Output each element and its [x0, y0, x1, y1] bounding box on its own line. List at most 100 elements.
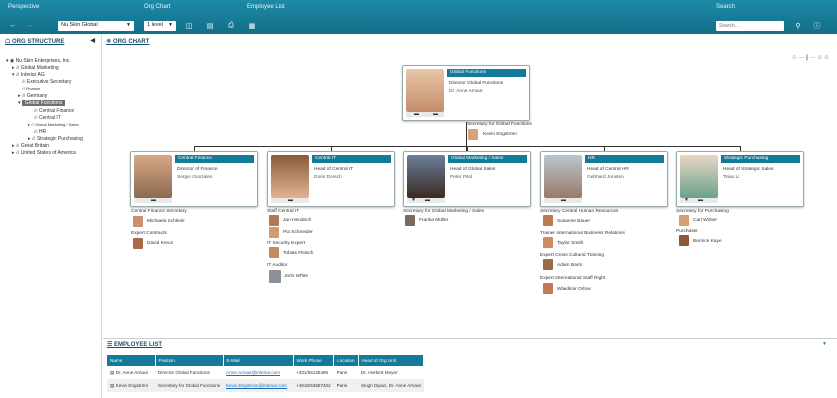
level-value: 1 level	[147, 22, 163, 28]
collapse-left-icon[interactable]: ◀	[90, 37, 95, 44]
perspective-label: Perspective	[8, 4, 40, 10]
zoom-in-icon[interactable]: ⊕	[817, 55, 822, 61]
org-card-central-finance[interactable]: Central Finance Director of Finance Serg…	[130, 151, 258, 207]
org-chart-panel: ⚛ ORG CHART ⊖ ⎯⎯❚⎯⎯ ⊕ ⊕ Global Functions…	[103, 34, 837, 334]
col-name[interactable]: Name	[107, 355, 156, 366]
excel-export-icon[interactable]: ▦	[247, 21, 257, 30]
tree-item-usa[interactable]: ▸ ⛙ United States of America	[12, 150, 76, 157]
collapse-icon[interactable]: ▬	[151, 197, 156, 203]
person-avatar	[679, 235, 689, 246]
export-icon[interactable]: ▤	[205, 21, 215, 30]
card-toolbar: ▬	[544, 197, 582, 203]
table-row[interactable]: ▤ Kevin Engström Secretary for Global Fu…	[107, 379, 424, 392]
orgchart-label: Org Chart	[144, 4, 171, 10]
person-avatar	[679, 215, 689, 226]
print-icon[interactable]: ⎙	[226, 21, 236, 30]
person-avatar	[133, 216, 143, 227]
email-link[interactable]: Kevin.Engstrom@interiar.com	[226, 383, 287, 388]
collapse-icon[interactable]: ▬	[698, 197, 703, 203]
tree-item-central-finance[interactable]: ⛙ Central Finance	[34, 108, 74, 115]
sub-role: Expert International Staff Right	[540, 276, 606, 281]
org-card-root[interactable]: Global Functions Director Global Functio…	[402, 65, 530, 121]
table-row[interactable]: ▤ Dr. Anne Arnaut Director Global Functi…	[107, 366, 424, 379]
level-select[interactable]: 1 level ▼	[144, 21, 176, 31]
employeelist-label: Employee List	[247, 4, 285, 10]
tree-item-great-britain[interactable]: ▸ ⛙ Great Britain	[12, 143, 49, 150]
col-work-phone[interactable]: Work Phone	[293, 355, 335, 366]
list-icon: ☰	[107, 342, 115, 348]
cell-location: Paris	[336, 370, 348, 375]
secretary-name: Kevin Engström	[483, 132, 517, 137]
tree-item-global-marketing-sales[interactable]: ▸ ⛙ Global Marketing / Sales	[28, 122, 79, 128]
zoom-control[interactable]: ⊖ ⎯⎯❚⎯⎯ ⊕ ⊕	[792, 54, 829, 62]
tree-item-global-marketing[interactable]: ▸ ⛙ Global Marketing	[12, 65, 59, 72]
org-structure-panel: ☖ ORG STRUCTURE ◀ ▾ ◉ Nu Skin Enterprise…	[0, 34, 102, 398]
cell-head: Dr. Herbert Meyer	[361, 370, 398, 375]
sub-role: Purchaser	[676, 229, 698, 234]
employee-list-title: ☰ EMPLOYEE LIST	[107, 342, 163, 348]
tree-item-central-it[interactable]: ⛙ Central IT	[34, 115, 61, 122]
top-toolbar: Perspective Org Chart Employee List Sear…	[0, 0, 837, 34]
cell-email[interactable]: Anne.Arnaut@interiar.com	[223, 366, 293, 379]
tree-item-hr[interactable]: ⛙ HR	[34, 129, 46, 136]
search-input[interactable]	[716, 21, 784, 31]
sub-name: Tobias Fleisch	[283, 251, 314, 256]
reset-zoom-icon[interactable]: ⊕	[824, 55, 829, 61]
tree-item-nu-skin[interactable]: ▾ ◉ Nu Skin Enterprises, Inc.	[6, 58, 71, 64]
card-name: Sergio Gonzales	[177, 175, 213, 180]
sub-role: Secretary for Global Marketing / Sales	[403, 209, 485, 214]
sub-name: Bernice Kaye	[693, 239, 722, 244]
org-tree-icon[interactable]: ◫	[184, 21, 194, 30]
person-avatar	[133, 238, 143, 249]
perspective-select[interactable]: Nu Skin Global ▼	[58, 21, 134, 31]
org-card-central-it[interactable]: Central IT Head of Central IT Doris Dors…	[267, 151, 395, 207]
cell-email[interactable]: Kevin.Engstrom@interiar.com	[223, 379, 294, 392]
expand-icon[interactable]: ▼	[684, 197, 689, 203]
org-card-hr[interactable]: HR Head of Central HR Gebhard Jonsten ▬	[540, 151, 668, 207]
org-card-strategic-purchasing[interactable]: Strategic Purchasing Head of Strategic S…	[676, 151, 804, 207]
person-photo	[407, 155, 445, 198]
sub-role: Secretary Central Human Resources	[540, 209, 619, 214]
email-link[interactable]: Anne.Arnaut@interiar.com	[226, 370, 280, 375]
sub-role: IT Security Expert	[267, 241, 306, 246]
col-head-of-org-unit[interactable]: Head of Org Unit	[358, 355, 425, 366]
sub-role: IT Auditor	[267, 263, 288, 268]
tree-item-interiar-ag[interactable]: ▾ ⛙ Interiar AG	[12, 72, 45, 79]
tree-item-germany[interactable]: ▸ ⛙ Germany	[18, 93, 47, 100]
card-title: HR	[585, 155, 664, 163]
info-icon[interactable]: ⓘ	[812, 21, 822, 30]
col-location[interactable]: Location	[333, 355, 359, 366]
tree-item-global-functions[interactable]: ▾ Global Functions	[18, 100, 66, 106]
person-avatar	[543, 283, 553, 294]
card-role: Head of Global Sales	[450, 167, 496, 172]
sub-name: Taylor Smith	[557, 241, 584, 246]
collapse-icon[interactable]: ▬	[561, 197, 566, 203]
back-arrow-icon[interactable]: ←	[8, 21, 18, 30]
collapse-icon[interactable]: ▬	[425, 197, 430, 203]
sub-name: Wlaidimir Orlow	[557, 287, 591, 292]
card-title: Strategic Purchasing	[721, 155, 800, 163]
collapse-list-icon[interactable]: ▼	[822, 341, 827, 347]
search-icon[interactable]: ⚲	[793, 21, 803, 30]
expand-icon[interactable]: ▼	[411, 197, 416, 203]
sub-role: Staff Central IT	[267, 209, 300, 214]
card-name: Doris Dorsch	[314, 175, 342, 180]
zoom-out-icon[interactable]: ⊖	[792, 55, 797, 61]
sub-role: Expert Cross Cultural Training	[540, 253, 604, 258]
tree-item-strategic-purchasing[interactable]: ▸ ⛙ Strategic Purchasing	[28, 136, 83, 143]
card-toolbar: ▬	[271, 197, 309, 203]
collapse-icon[interactable]: ▬	[288, 197, 293, 203]
tree-item-executive-secretary[interactable]: ⛙ Executive Secretary	[22, 79, 71, 86]
expand-icon[interactable]: ▬	[433, 111, 438, 117]
forward-arrow-icon[interactable]: →	[24, 21, 34, 30]
collapse-icon[interactable]: ▬	[414, 111, 419, 117]
col-position[interactable]: Position	[155, 355, 224, 366]
card-title: Global Marketing / Sales	[448, 155, 527, 163]
card-title: Global Functions	[447, 69, 526, 77]
person-avatar	[543, 259, 553, 270]
col-email[interactable]: E-Mail	[223, 355, 294, 366]
org-card-global-marketing-sales[interactable]: Global Marketing / Sales Head of Global …	[403, 151, 531, 207]
tree-item-finance[interactable]: ⛙ Finance	[22, 86, 40, 92]
cell-position: Secretary for Global Functions	[155, 379, 224, 392]
sub-name: Carl Winter	[693, 218, 717, 223]
